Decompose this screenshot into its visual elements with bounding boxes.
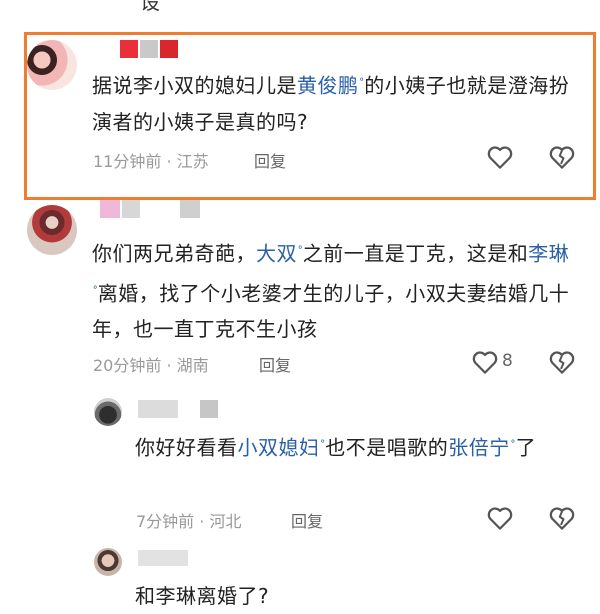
dot-separator: · bbox=[166, 152, 172, 171]
comment-text-part: 你们两兄弟奇葩， bbox=[92, 241, 256, 266]
mention-link[interactable]: 黄俊鹏 bbox=[297, 74, 359, 98]
heart-icon[interactable] bbox=[485, 503, 515, 533]
broken-heart-icon[interactable] bbox=[547, 503, 577, 533]
avatar[interactable] bbox=[94, 548, 122, 576]
broken-heart-icon[interactable] bbox=[547, 142, 577, 172]
username-redacted[interactable] bbox=[120, 40, 180, 58]
comment-text-part: 也不是唱歌的 bbox=[325, 435, 449, 460]
comment-text-part: 离婚，找了个小老婆才生的儿子，小双夫妻结婚几十年，也一直丁克不生小孩 bbox=[92, 281, 570, 342]
comment-text: 据说李小双的媳妇儿是黄俊鹏ᐤ的小姨子也就是澄海扮演者的小姨子是真的吗? bbox=[92, 64, 572, 140]
avatar[interactable] bbox=[27, 205, 77, 255]
reply-button[interactable]: 回复 bbox=[259, 352, 291, 376]
comment-text: 你们两兄弟奇葩，大双ᐤ之前一直是丁克，这是和李琳ᐤ离婚，找了个小老婆才生的儿子，… bbox=[92, 232, 572, 347]
username-redacted[interactable] bbox=[138, 550, 208, 568]
mention-link[interactable]: 李琳 bbox=[528, 242, 569, 266]
dot-separator: · bbox=[199, 512, 205, 531]
comment-time: 11分钟前 bbox=[93, 152, 162, 171]
avatar[interactable] bbox=[27, 40, 77, 90]
comment-meta: 7分钟前 · 河北 bbox=[136, 508, 241, 532]
reply-button[interactable]: 回复 bbox=[291, 508, 323, 532]
comment-text-part: 之前一直是丁克，这是和 bbox=[302, 241, 529, 266]
comment-meta: 20分钟前 · 湖南 bbox=[93, 352, 209, 376]
comment-time: 20分钟前 bbox=[93, 356, 162, 375]
like-count: 8 bbox=[502, 351, 513, 371]
comment-text-part: 你好好看看 bbox=[135, 435, 238, 460]
comment-time: 7分钟前 bbox=[136, 512, 195, 531]
mention-link[interactable]: 大双 bbox=[256, 242, 297, 266]
comment-text-part: 了 bbox=[515, 435, 537, 460]
reply-button[interactable]: 回复 bbox=[254, 148, 286, 172]
broken-heart-icon[interactable] bbox=[547, 347, 577, 377]
dot-separator: · bbox=[166, 356, 172, 375]
mention-link[interactable]: 小双媳妇 bbox=[238, 436, 320, 460]
comment-meta: 11分钟前 · 江苏 bbox=[93, 148, 209, 172]
previous-comment-fragment: 设 bbox=[140, 0, 160, 14]
comment-location: 江苏 bbox=[176, 152, 209, 171]
comment-location: 湖南 bbox=[176, 356, 209, 375]
comment-text-partial: 和李琳离婚了? bbox=[135, 584, 270, 608]
comment-location: 河北 bbox=[209, 512, 242, 531]
comment-text: 你好好看看小双媳妇ᐤ也不是唱歌的张倍宁ᐤ了 bbox=[135, 426, 575, 466]
mention-link[interactable]: 张倍宁 bbox=[448, 436, 510, 460]
avatar[interactable] bbox=[94, 398, 122, 426]
comment-text-part: 据说李小双的媳妇儿是 bbox=[92, 73, 297, 98]
username-redacted[interactable] bbox=[100, 200, 210, 218]
heart-icon[interactable] bbox=[470, 347, 500, 377]
username-redacted[interactable] bbox=[138, 400, 228, 418]
heart-icon[interactable] bbox=[485, 142, 515, 172]
